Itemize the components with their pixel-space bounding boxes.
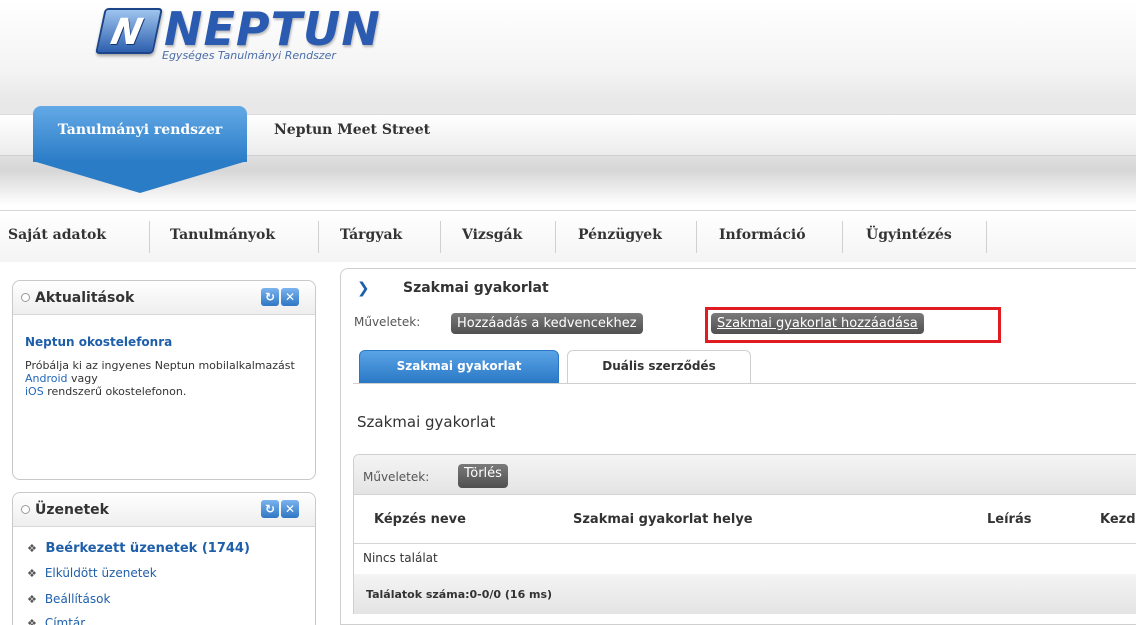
news-item-text: Próbálja ki az ingyenes Neptun mobilalka… [25,359,295,398]
news-text-part: rendszerű okostelefonon. [43,385,187,398]
messages-item-label: Beállítások [44,592,111,606]
menu-separator [696,221,697,253]
logo-badge-letter: N [107,12,147,53]
close-icon[interactable]: ✕ [281,288,299,306]
grid-separator [354,543,1136,544]
diamond-bullet-icon: ❖ [27,567,37,580]
grid-operations-label: Műveletek: [363,470,430,484]
diamond-bullet-icon: ❖ [27,617,37,625]
messages-item-directory[interactable]: ❖ Címtár [27,616,85,625]
android-link[interactable]: Android [25,372,68,385]
messages-box: Üzenetek ↻ ✕ ❖ Beérkezett üzenetek (1744… [12,492,316,625]
menu-separator [555,221,556,253]
chevron-right-icon: ❯ [357,279,370,297]
news-text-part: Próbálja ki az ingyenes Neptun mobilalka… [25,359,295,372]
operations-label: Műveletek: [354,315,421,329]
circle-bullet-icon [21,505,30,514]
messages-box-header: Üzenetek ↻ ✕ [13,493,315,527]
messages-item-sent[interactable]: ❖ Elküldött üzenetek [27,566,157,580]
menu-item-tanulmanyok[interactable]: Tanulmányok [170,227,275,243]
diamond-bullet-icon: ❖ [27,542,37,555]
messages-item-settings[interactable]: ❖ Beállítások [27,592,110,606]
menu-separator [440,221,441,253]
diamond-bullet-icon: ❖ [27,593,37,606]
grid-footer: Találatok száma:0-0/0 (16 ms) [354,574,1136,614]
menu-item-penzugyek[interactable]: Pénzügyek [578,227,662,243]
menu-item-informacio[interactable]: Információ [719,227,806,243]
grid-operations-bar: Műveletek: Törlés [354,455,1136,495]
ios-link[interactable]: iOS [25,385,44,398]
refresh-icon[interactable]: ↻ [261,500,279,518]
tab-tanulmanyi-rendszer-label: Tanulmányi rendszer [57,122,223,138]
tab-underline [353,383,1136,384]
column-header-kezd[interactable]: Kezd [1100,512,1136,527]
messages-box-title: Üzenetek [35,502,109,518]
close-icon[interactable]: ✕ [281,500,299,518]
news-text-part: vagy [67,372,98,385]
highlight-box [705,307,1001,343]
refresh-icon[interactable]: ↻ [261,288,279,306]
news-box: Aktualitások ↻ ✕ Neptun okostelefonra Pr… [12,280,316,480]
menu-separator [149,221,150,253]
column-header-gyakorlat-helye[interactable]: Szakmai gyakorlat helye [573,512,753,527]
neptun-logo[interactable]: N NEPTUN Egységes Tanulmányi Rendszer [95,2,380,64]
panel-title: Szakmai gyakorlat [403,280,549,296]
messages-item-inbox[interactable]: ❖ Beérkezett üzenetek (1744) [27,541,250,556]
column-header-kepzes-neve[interactable]: Képzés neve [374,512,466,527]
messages-item-label: Beérkezett üzenetek (1744) [45,541,250,556]
menu-separator [318,221,319,253]
menu-item-vizsgak[interactable]: Vizsgák [462,227,522,243]
menu-item-ugyintezes[interactable]: Ügyintézés [866,227,952,243]
menu-item-targyak[interactable]: Tárgyak [340,227,402,243]
news-box-header: Aktualitások ↻ ✕ [13,281,315,315]
tab-neptun-meet-street[interactable]: Neptun Meet Street [274,122,430,138]
column-header-leiras[interactable]: Leírás [987,512,1031,527]
menu-separator [842,221,843,253]
internship-grid: Műveletek: Törlés Képzés neve Szakmai gy… [353,454,1136,614]
tab-tanulmanyi-rendszer[interactable]: Tanulmányi rendszer [33,106,247,162]
logo-subtitle: Egységes Tanulmányi Rendszer [162,49,336,62]
content-panel: ❯ Szakmai gyakorlat Műveletek: Hozzáadás… [340,268,1136,625]
delete-button[interactable]: Törlés [458,464,508,488]
neptun-logo-badge-icon: N [95,8,163,54]
menu-separator [986,221,987,253]
menu-item-sajat-adatok[interactable]: Saját adatok [8,227,106,243]
logo-title: NEPTUN [164,2,381,56]
messages-item-label: Címtár [44,616,86,625]
section-title: Szakmai gyakorlat [357,413,496,431]
main-menu: Saját adatok Tanulmányok Tárgyak Vizsgák… [0,210,1136,262]
add-to-favorites-button[interactable]: Hozzáadás a kedvencekhez [451,313,643,334]
news-box-title: Aktualitások [35,290,135,306]
circle-bullet-icon [21,293,30,302]
active-tab-pointer [33,161,247,193]
empty-result-row: Nincs találat [363,551,438,565]
tab-dualis-szerzodes[interactable]: Duális szerződés [567,350,751,384]
news-item-title[interactable]: Neptun okostelefonra [25,335,172,349]
messages-item-label: Elküldött üzenetek [44,566,157,580]
tab-szakmai-gyakorlat[interactable]: Szakmai gyakorlat [359,350,559,384]
result-count: Találatok száma:0-0/0 (16 ms) [366,588,553,601]
